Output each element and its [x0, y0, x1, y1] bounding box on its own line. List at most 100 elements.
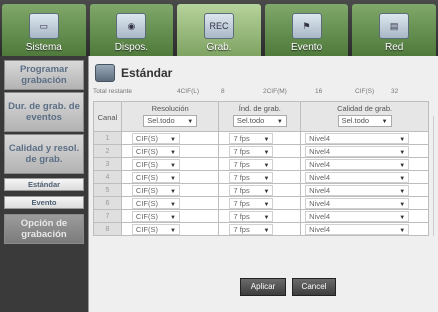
header-calidad: Calidad de grab. Sel.todo ▼: [300, 101, 429, 132]
table-row: 3 CIF(S) ▼ 7 fps ▼ Nivel4 ▼: [93, 157, 429, 171]
cif-value: 32: [391, 88, 399, 95]
sidebar-item-dur-grab-eventos[interactable]: Dur. de grab. de eventos: [4, 92, 84, 132]
tab-grab[interactable]: REC Grab.: [177, 4, 261, 56]
channel-number: 5: [93, 183, 122, 197]
channel-number: 7: [93, 209, 122, 223]
chevron-down-icon: ▼: [399, 136, 406, 143]
sidebar-item-calidad-resol[interactable]: Calidad y resol. de grab.: [4, 134, 84, 174]
tab-evento[interactable]: ⚑ Evento: [264, 4, 349, 56]
record-settings-icon: [95, 64, 115, 82]
resolution-dropdown[interactable]: CIF(S) ▼: [131, 132, 180, 144]
event-icon: ⚑: [291, 13, 322, 39]
tab-sistema[interactable]: ▭ Sistema: [2, 4, 86, 56]
ips-dropdown[interactable]: 7 fps ▼: [229, 210, 274, 222]
cif4-value: 8: [221, 88, 225, 95]
sidebar-subitem-estandar[interactable]: Estándar: [4, 178, 84, 191]
quality-dropdown[interactable]: Nivel4 ▼: [305, 210, 410, 222]
channel-number: 1: [93, 131, 122, 145]
resolution-dropdown[interactable]: CIF(S) ▼: [131, 145, 180, 157]
dropdown-value: 7 fps: [233, 172, 250, 182]
dvr-setup-window: ▭ Sistema ◉ Dispos. REC Grab. ⚑ Evento ▤…: [0, 0, 438, 312]
quality-dropdown[interactable]: Nivel4 ▼: [305, 223, 410, 235]
ips-dropdown[interactable]: 7 fps ▼: [229, 171, 274, 183]
dropdown-value: CIF(S): [135, 224, 158, 234]
dropdown-value: 7 fps: [233, 133, 250, 143]
select-all-label: Sel.todo: [147, 116, 175, 125]
chevron-down-icon: ▼: [169, 214, 176, 221]
quality-dropdown[interactable]: Nivel4 ▼: [305, 171, 410, 183]
sidebar-item-programar-grabacion[interactable]: Programar grabación: [4, 60, 84, 90]
ips-dropdown[interactable]: 7 fps ▼: [229, 132, 274, 144]
chevron-down-icon: ▼: [263, 227, 270, 234]
tab-label: Dispos.: [114, 42, 149, 53]
resolution-dropdown[interactable]: CIF(S) ▼: [131, 158, 180, 170]
quality-dropdown[interactable]: Nivel4 ▼: [305, 145, 410, 157]
resolution-dropdown[interactable]: CIF(S) ▼: [131, 223, 180, 235]
chevron-down-icon: ▼: [263, 136, 270, 143]
resolution-dropdown[interactable]: CIF(S) ▼: [131, 171, 180, 183]
tab-red[interactable]: ▤ Red: [352, 4, 436, 56]
ips-select-all[interactable]: Sel.todo ▼: [232, 115, 287, 127]
sidebar-item-label: Evento: [31, 198, 57, 207]
sidebar-item-label: Estándar: [27, 180, 61, 189]
dropdown-value: Nivel4: [309, 224, 331, 234]
quality-dropdown[interactable]: Nivel4 ▼: [305, 184, 410, 196]
cif-label: CIF(S): [355, 88, 375, 95]
quality-dropdown[interactable]: Nivel4 ▼: [305, 197, 410, 209]
header-label: Calidad de grab.: [337, 104, 393, 113]
resolucion-select-all[interactable]: Sel.todo ▼: [143, 115, 198, 127]
dropdown-value: 7 fps: [233, 224, 250, 234]
network-icon: ▤: [379, 13, 410, 39]
scrollbar[interactable]: [433, 116, 437, 236]
apply-button[interactable]: Aplicar: [240, 278, 286, 296]
chevron-down-icon: ▼: [169, 136, 176, 143]
dropdown-value: 7 fps: [233, 185, 250, 195]
ips-dropdown[interactable]: 7 fps ▼: [229, 145, 274, 157]
sidebar-item-opcion-grabacion[interactable]: Opción de grabación: [4, 214, 84, 244]
resolution-dropdown[interactable]: CIF(S) ▼: [131, 184, 180, 196]
sidebar-subitem-evento[interactable]: Evento: [4, 196, 84, 209]
table-row: 1 CIF(S) ▼ 7 fps ▼ Nivel4 ▼: [93, 131, 429, 145]
chevron-down-icon: ▼: [263, 162, 270, 169]
sidebar-item-label: Calidad y resol. de grab.: [8, 143, 80, 165]
dropdown-value: CIF(S): [135, 198, 158, 208]
tab-label: Evento: [291, 42, 323, 53]
channel-number: 6: [93, 196, 122, 210]
channel-number: 3: [93, 157, 122, 171]
panel-header: Estándar: [95, 62, 172, 84]
record-icon: REC: [203, 13, 234, 39]
ips-dropdown[interactable]: 7 fps ▼: [229, 197, 274, 209]
dropdown-value: Nivel4: [309, 146, 331, 156]
dropdown-value: Nivel4: [309, 172, 331, 182]
table-row: 7 CIF(S) ▼ 7 fps ▼ Nivel4 ▼: [93, 209, 429, 223]
calidad-select-all[interactable]: Sel.todo ▼: [337, 115, 392, 127]
quality-dropdown[interactable]: Nivel4 ▼: [305, 158, 410, 170]
cancel-button[interactable]: Cancel: [292, 278, 336, 296]
table-row: 5 CIF(S) ▼ 7 fps ▼ Nivel4 ▼: [93, 183, 429, 197]
dropdown-value: CIF(S): [135, 146, 158, 156]
sidebar-item-label: Dur. de grab. de eventos: [8, 101, 80, 123]
ips-dropdown[interactable]: 7 fps ▼: [229, 158, 274, 170]
total-label: Total restante: [93, 88, 133, 95]
tab-dispos[interactable]: ◉ Dispos.: [89, 4, 174, 56]
quality-dropdown[interactable]: Nivel4 ▼: [305, 132, 410, 144]
header-label: Canal: [97, 113, 118, 122]
ips-dropdown[interactable]: 7 fps ▼: [229, 223, 274, 235]
channel-settings-table: Canal Resolución Sel.todo ▼ Índ. de grab.…: [93, 101, 429, 236]
select-all-label: Sel.todo: [341, 116, 370, 125]
dropdown-value: CIF(S): [135, 159, 158, 169]
settings-panel: Estándar Total restante 4CIF(L) 8 2CIF(M…: [88, 56, 438, 312]
dropdown-value: Nivel4: [309, 185, 331, 195]
table-row: 4 CIF(S) ▼ 7 fps ▼ Nivel4 ▼: [93, 170, 429, 184]
resolution-dropdown[interactable]: CIF(S) ▼: [131, 197, 180, 209]
chevron-down-icon: ▼: [169, 201, 176, 208]
chevron-down-icon: ▼: [169, 149, 176, 156]
dropdown-value: Nivel4: [309, 133, 331, 143]
dropdown-value: Nivel4: [309, 211, 331, 221]
top-nav: ▭ Sistema ◉ Dispos. REC Grab. ⚑ Evento ▤…: [0, 0, 438, 56]
ips-dropdown[interactable]: 7 fps ▼: [229, 184, 274, 196]
resolution-dropdown[interactable]: CIF(S) ▼: [131, 210, 180, 222]
chevron-down-icon: ▼: [187, 119, 194, 125]
chevron-down-icon: ▼: [381, 119, 388, 125]
chevron-down-icon: ▼: [399, 214, 406, 221]
